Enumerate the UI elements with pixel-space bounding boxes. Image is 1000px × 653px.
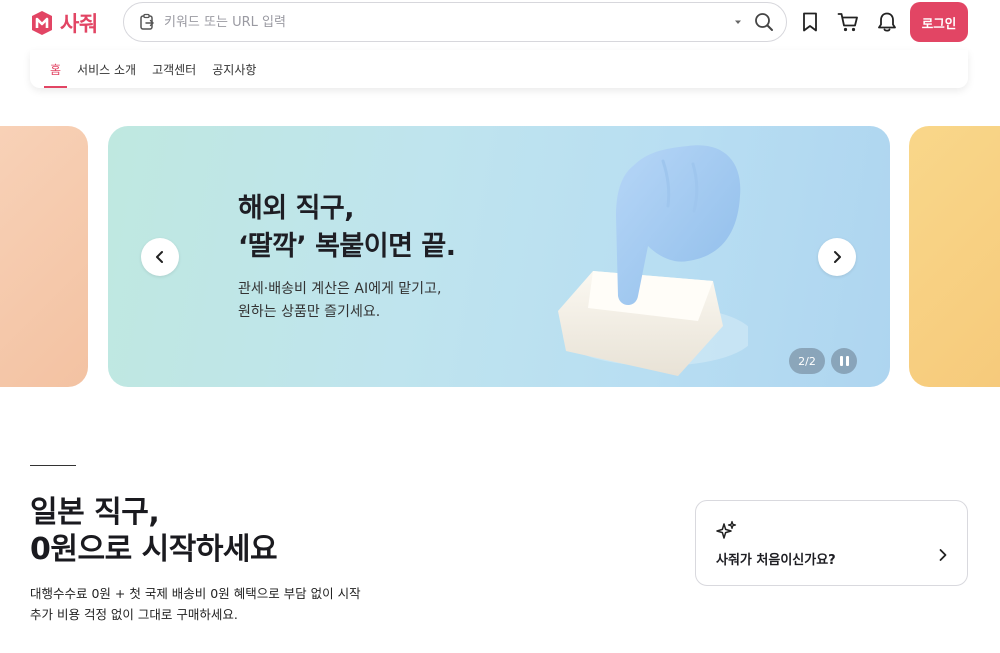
nav-item-customer-center[interactable]: 고객센터 [144,50,204,88]
cart-icon[interactable] [837,11,859,33]
banner-title-line1: 해외 직구, [238,193,355,224]
clipboard-paste-icon[interactable] [138,13,156,31]
chevron-right-icon [939,549,947,561]
nav-item-notices[interactable]: 공지사항 [204,50,264,88]
nav-item-home[interactable]: 홈 [42,50,69,88]
chevron-right-icon [834,251,841,263]
banner-subtitle: 관세·배송비 계산은 AI에게 맡기고, 원하는 상품만 즐기세요. [238,278,441,324]
next-slide-peek[interactable] [909,126,1000,387]
brand-logo[interactable]: 사줘 [30,8,98,38]
intro-desc-line2: 추가 비용 걱정 없이 그대로 구매하세요. [30,607,238,622]
banner-title-line2: ‘딸깍’ 복붙이면 끝. [238,231,456,262]
search-input[interactable] [164,14,732,30]
nav-item-service-intro[interactable]: 서비스 소개 [69,50,144,88]
banner-title: 해외 직구, ‘딸깍’ 복붙이면 끝. [238,190,456,266]
banner-slide[interactable]: 해외 직구, ‘딸깍’ 복붙이면 끝. 관세·배송비 계산은 AI에게 맡기고,… [108,126,890,387]
search-icon[interactable] [754,12,774,32]
carousel-prev-button[interactable] [141,238,179,276]
banner-subtitle-line2: 원하는 상품만 즐기세요. [238,304,381,320]
login-button[interactable]: 로그인 [910,2,968,42]
caret-down-icon[interactable] [732,16,744,28]
intro-description: 대행수수료 0원 + 첫 국제 배송비 0원 혜택으로 부담 없이 시작 추가 … [30,583,361,625]
carousel-pause-button[interactable] [831,348,857,374]
chevron-left-icon [156,251,163,263]
sparkle-icon [716,520,737,539]
brand-name: 사줘 [60,12,98,36]
intro-title-line1: 일본 직구, [30,495,160,530]
header: 사줘 로그인 [0,0,1000,46]
bookmark-icon[interactable] [799,11,821,33]
first-time-card-label: 사줘가 처음이신가요? [716,553,836,568]
logo-icon [32,11,52,35]
section-divider [30,465,76,466]
slide-counter: 2/2 [789,348,825,374]
intro-desc-line1: 대행수수료 0원 + 첫 국제 배송비 0원 혜택으로 부담 없이 시작 [30,586,361,601]
pause-icon-bar [845,356,849,366]
pause-icon-bar [839,356,843,366]
bell-icon[interactable] [876,11,898,33]
intro-title: 일본 직구, 0원으로 시작하세요 [30,494,278,568]
search-bar[interactable] [123,2,787,42]
intro-title-line2: 0원으로 시작하세요 [30,532,278,567]
carousel-next-button[interactable] [818,238,856,276]
banner-carousel: 해외 직구, ‘딸깍’ 복붙이면 끝. 관세·배송비 계산은 AI에게 맡기고,… [0,126,1000,387]
finger-pressing-key-illustration [558,145,748,376]
main-nav: 홈 서비스 소개 고객센터 공지사항 [30,50,968,88]
previous-slide-peek[interactable] [0,126,88,387]
first-time-card[interactable]: 사줘가 처음이신가요? [695,500,968,586]
banner-subtitle-line1: 관세·배송비 계산은 AI에게 맡기고, [238,281,442,297]
